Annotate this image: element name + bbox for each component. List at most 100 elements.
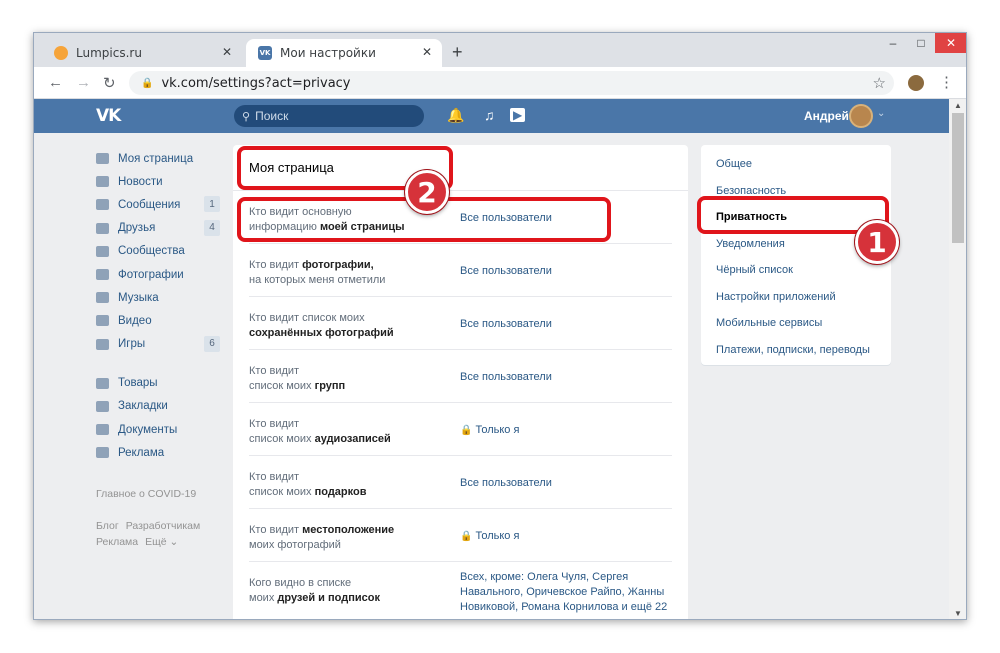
scrollbar-thumb[interactable] [952, 113, 964, 243]
forward-arrow-icon[interactable]: → [76, 74, 91, 91]
privacy-question: Кто видит местоположение моих фотографий [249, 523, 449, 553]
question-text: список моих [249, 486, 312, 498]
sidebar-item-label: Товары [118, 377, 158, 390]
new-tab-plus-icon[interactable]: + [452, 42, 463, 63]
settings-menu-payments[interactable]: Платежи, подписки, переводы [701, 337, 891, 364]
question-text: список моих [249, 433, 312, 445]
count-badge: 6 [204, 335, 220, 352]
sidebar-item-label: Реклама [118, 446, 165, 459]
sidebar-item-communities[interactable]: Сообщества [96, 240, 226, 263]
video-play-icon[interactable]: ▶ [510, 108, 526, 122]
sidebar-item-music[interactable]: Музыка [96, 286, 226, 309]
settings-menu-blacklist[interactable]: Чёрный список [701, 257, 891, 284]
camera-icon [96, 269, 109, 281]
privacy-row: Кого видно в списке моих друзей и подписо… [249, 562, 672, 615]
privacy-row: Кто видит список моих групп Все пользоват… [249, 350, 672, 403]
question-text: Кто видит [249, 471, 300, 483]
privacy-value-text: Только я [475, 424, 520, 436]
sidebar-item-goods[interactable]: Товары [96, 372, 226, 395]
footer-link-developers[interactable]: Разработчикам [126, 520, 201, 532]
window-close-icon[interactable]: ✕ [935, 33, 966, 53]
question-text: Кто видит [249, 418, 300, 430]
user-name[interactable]: Андрей [804, 109, 849, 123]
sidebar-item-label: Игры [118, 338, 146, 351]
avatar[interactable] [849, 104, 873, 128]
news-icon [96, 176, 109, 188]
question-text: моих фотографий [249, 539, 341, 551]
footer-link-more[interactable]: Ещё ⌄ [145, 536, 178, 548]
music-note-icon[interactable]: ♫ [484, 107, 495, 123]
sidebar-item-documents[interactable]: Документы [96, 418, 226, 441]
scroll-up-icon[interactable]: ▲ [954, 101, 962, 110]
sidebar-item-games[interactable]: Игры 6 [96, 333, 226, 356]
question-emphasis: групп [314, 380, 346, 392]
vk-logo[interactable]: VK [96, 106, 121, 126]
sidebar-item-my-page[interactable]: Моя страница [96, 147, 226, 170]
page-scrollbar[interactable]: ▲ ▼ [949, 99, 966, 619]
privacy-question: Кто видит список моих групп [249, 364, 449, 394]
privacy-value-link[interactable]: Всех, кроме: Олега Чуля, Сергея Навально… [460, 570, 680, 615]
tab-title: Мои настройки [280, 46, 376, 60]
sidebar-item-bookmarks[interactable]: Закладки [96, 395, 226, 418]
covid-link[interactable]: Главное о COVID-19 [96, 488, 226, 518]
sidebar-item-friends[interactable]: Друзья 4 [96, 217, 226, 240]
privacy-value-link[interactable]: 🔒 Только я [460, 423, 680, 438]
notifications-bell-icon[interactable]: 🔔 [447, 107, 464, 124]
privacy-value-link[interactable]: Все пользователи [460, 264, 680, 279]
sidebar-item-news[interactable]: Новости [96, 170, 226, 193]
star-icon [96, 400, 109, 412]
lumpics-favicon-icon [54, 46, 68, 60]
gamepad-icon [96, 338, 109, 350]
privacy-value-link[interactable]: Все пользователи [460, 476, 680, 491]
privacy-value-link[interactable]: Все пользователи [460, 317, 680, 332]
back-arrow-icon[interactable]: ← [48, 74, 63, 91]
sidebar-item-messages[interactable]: Сообщения 1 [96, 193, 226, 216]
address-bar[interactable]: 🔒 vk.com/settings?act=privacy ☆ [129, 71, 894, 95]
settings-menu-mobile[interactable]: Мобильные сервисы [701, 310, 891, 337]
question-text: на которых меня отметили [249, 274, 386, 286]
browser-profile-avatar[interactable] [908, 75, 924, 91]
minimize-icon[interactable]: – [879, 33, 907, 53]
search-placeholder: Поиск [255, 109, 289, 123]
privacy-value-text: Только я [475, 530, 520, 542]
browser-window: Lumpics.ru ✕ VK Мои настройки ✕ + – □ ✕ … [33, 32, 967, 620]
privacy-value-link[interactable]: 🔒 Только я [460, 529, 680, 544]
sidebar-item-ads[interactable]: Реклама [96, 441, 226, 464]
privacy-question: Кого видно в списке моих друзей и подписо… [249, 576, 449, 606]
privacy-value-link[interactable]: Все пользователи [460, 370, 680, 385]
privacy-row: Кто видит список моих аудиозаписей 🔒 Тольк… [249, 403, 672, 456]
chevron-down-icon[interactable]: ⌄ [877, 108, 885, 119]
film-icon [96, 315, 109, 327]
question-text: Кто видит [249, 524, 300, 536]
reload-icon[interactable]: ↻ [103, 74, 116, 92]
tab-close-icon[interactable]: ✕ [222, 45, 232, 59]
tab-settings[interactable]: VK Мои настройки ✕ [246, 39, 442, 67]
sidebar-item-video[interactable]: Видео [96, 309, 226, 332]
question-text: список моих [249, 380, 312, 392]
footer-link-blog[interactable]: Блог [96, 520, 119, 532]
search-input[interactable]: ⚲ Поиск [234, 105, 424, 127]
bookmark-star-icon[interactable]: ☆ [873, 74, 886, 92]
communities-icon [96, 245, 109, 257]
sidebar-item-label: Друзья [118, 222, 156, 235]
privacy-question: Кто видит список моих сохранённых фотогра… [249, 311, 449, 341]
footer-link-ads[interactable]: Реклама [96, 536, 138, 548]
question-text: моих [249, 592, 275, 604]
privacy-row: Кто видит фотографии, на которых меня отм… [249, 244, 672, 297]
tab-lumpics[interactable]: Lumpics.ru ✕ [42, 39, 242, 67]
sidebar-item-photos[interactable]: Фотографии [96, 263, 226, 286]
tab-close-icon[interactable]: ✕ [422, 45, 432, 59]
question-text: Кто видит [249, 365, 300, 377]
settings-menu-general[interactable]: Общее [701, 151, 891, 178]
count-badge: 1 [204, 196, 220, 213]
browser-menu-icon[interactable]: ⋮ [939, 73, 954, 91]
lock-icon: 🔒 [460, 425, 473, 436]
settings-menu-apps[interactable]: Настройки приложений [701, 284, 891, 311]
maximize-icon[interactable]: □ [907, 33, 935, 53]
document-icon [96, 424, 109, 436]
scroll-down-icon[interactable]: ▼ [954, 609, 962, 618]
friends-icon [96, 222, 109, 234]
question-emphasis: подарков [314, 486, 367, 498]
music-icon [96, 292, 109, 304]
megaphone-icon [96, 447, 109, 459]
